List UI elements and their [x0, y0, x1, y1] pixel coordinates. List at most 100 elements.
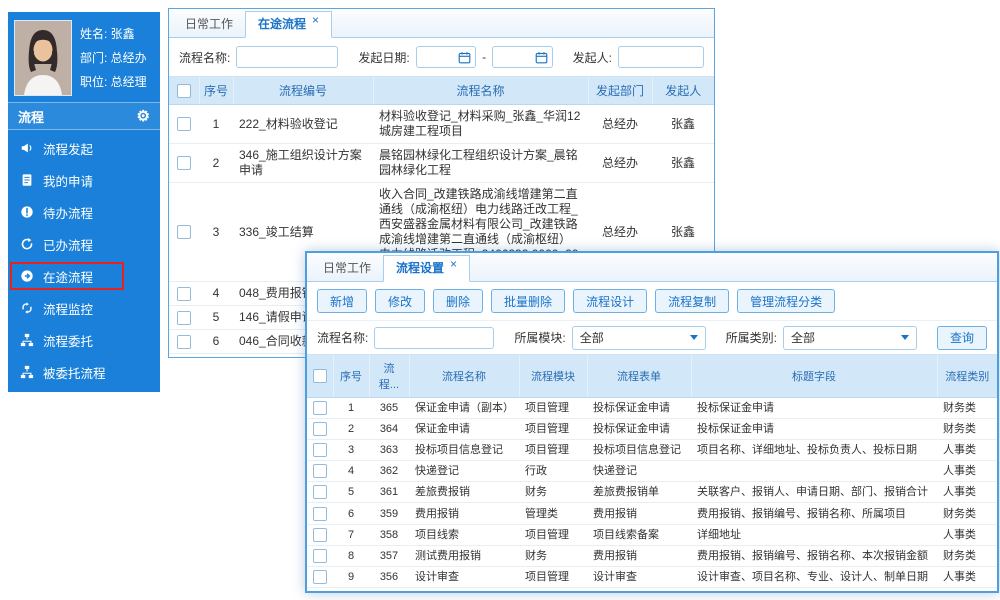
sidebar-item-delegated-to-me[interactable]: 被委托流程 — [8, 356, 160, 388]
cell-form: 费用报销 — [587, 503, 691, 524]
table-row[interactable]: 8 357 测试费用报销 财务 费用报销 费用报销、报销编号、报销名称、本次报销… — [307, 545, 997, 566]
table-row[interactable]: 3 363 投标项目信息登记 项目管理 投标项目信息登记 项目名称、详细地址、投… — [307, 440, 997, 461]
megaphone-icon — [20, 141, 34, 155]
tab-in-transit[interactable]: 在途流程 × — [245, 11, 332, 38]
table-row[interactable]: 7 358 项目线索 项目管理 项目线索备案 详细地址 人事类 — [307, 524, 997, 545]
process-name-input[interactable] — [374, 327, 494, 349]
select-all-checkbox[interactable] — [177, 84, 191, 98]
row-checkbox[interactable] — [313, 485, 327, 499]
sidebar-section-title: 流程 — [18, 107, 44, 126]
toolbar: 新增 修改 删除 批量删除 流程设计 流程复制 管理流程分类 — [307, 282, 997, 320]
select-value: 全部 — [791, 329, 815, 346]
category-select[interactable]: 全部 — [783, 326, 917, 350]
sidebar-item-process-delegate[interactable]: 流程委托 — [8, 324, 160, 356]
cell-module: 财务 — [519, 482, 587, 503]
sidebar-item-label: 已办流程 — [43, 235, 93, 254]
row-checkbox[interactable] — [177, 287, 191, 301]
sidebar-item-label: 在途流程 — [43, 267, 93, 286]
add-button[interactable]: 新增 — [317, 289, 367, 313]
close-icon[interactable]: × — [312, 8, 319, 33]
sidebar-item-label: 流程监控 — [43, 299, 93, 318]
tabbar: 日常工作 在途流程 × — [169, 9, 714, 38]
row-checkbox[interactable] — [313, 549, 327, 563]
process-name-label: 流程名称: — [179, 49, 230, 66]
col-header-dept: 发起部门 — [588, 77, 652, 105]
row-checkbox[interactable] — [313, 570, 327, 584]
table-row[interactable]: 6 359 费用报销 管理类 费用报销 费用报销、报销编号、报销名称、所属项目 … — [307, 503, 997, 524]
filter-bar: 流程名称: 所属模块: 全部 所属类别: 全部 查询 — [307, 320, 997, 355]
row-checkbox[interactable] — [177, 225, 191, 239]
date-from-input[interactable] — [416, 46, 476, 68]
cell-code: 361 — [369, 482, 409, 503]
cell-form: 费用报销 — [587, 545, 691, 566]
process-name-input[interactable] — [236, 46, 338, 68]
edit-button[interactable]: 修改 — [375, 289, 425, 313]
table-row[interactable]: 5 361 差旅费报销 财务 差旅费报销单 关联客户、报销人、申请日期、部门、报… — [307, 482, 997, 503]
sidebar-item-my-applications[interactable]: 我的申请 — [8, 164, 160, 196]
tab-label: 日常工作 — [323, 256, 371, 281]
cell-code: 222_材料验收登记 — [233, 105, 373, 144]
row-checkbox[interactable] — [313, 507, 327, 521]
cell-module: 项目管理 — [519, 524, 587, 545]
sidebar-item-in-transit-processes[interactable]: 在途流程 — [8, 260, 160, 292]
module-select[interactable]: 全部 — [572, 326, 706, 350]
process-settings-table: 序号 流程... 流程名称 流程模块 流程表单 标题字段 流程类别 1 365 … — [307, 355, 997, 593]
date-to-input[interactable] — [492, 46, 552, 68]
cell-name: 投标项目信息登记 — [409, 440, 519, 461]
sidebar-item-completed-processes[interactable]: 已办流程 — [8, 228, 160, 260]
cell-title-fields: 费用报销、报销编号、报销名称、本次报销金额 — [691, 545, 937, 566]
cell-name: 设计审查 — [409, 566, 519, 587]
table-row[interactable]: 2 364 保证金申请 项目管理 投标保证金申请 投标保证金申请 财务类 — [307, 419, 997, 440]
chevron-down-icon — [901, 335, 909, 340]
col-header-title-fields: 标题字段 — [691, 355, 937, 398]
cell-no: 3 — [333, 440, 369, 461]
calendar-icon — [458, 51, 471, 64]
col-header-name: 流程名称 — [373, 77, 588, 105]
query-button[interactable]: 查询 — [937, 326, 987, 350]
table-row[interactable]: 9 356 设计审查 项目管理 设计审查 设计审查、项目名称、专业、设计人、制单… — [307, 566, 997, 587]
row-checkbox[interactable] — [177, 311, 191, 325]
table-row[interactable]: 1 365 保证金申请（副本） 项目管理 投标保证金申请 投标保证金申请 财务类 — [307, 398, 997, 419]
sidebar-item-pending-processes[interactable]: 待办流程 — [8, 196, 160, 228]
sidebar-item-process-monitor[interactable]: 流程监控 — [8, 292, 160, 324]
batch-delete-button[interactable]: 批量删除 — [491, 289, 565, 313]
row-checkbox[interactable] — [177, 335, 191, 349]
initiator-input[interactable] — [618, 46, 704, 68]
table-header-row: 序号 流程... 流程名称 流程模块 流程表单 标题字段 流程类别 — [307, 355, 997, 398]
gear-icon[interactable]: ⚙ — [137, 109, 150, 124]
cell-no: 1 — [333, 398, 369, 419]
tab-daily-work[interactable]: 日常工作 — [173, 12, 245, 37]
table-row[interactable]: 1 222_材料验收登记 材料验收登记_材料采购_张鑫_华润12城房建工程项目 … — [169, 105, 714, 144]
select-all-checkbox[interactable] — [313, 369, 327, 383]
cell-name: 设计进度汇报 — [409, 587, 519, 593]
category-label: 所属类别: — [726, 329, 777, 346]
sidebar-menu: 流程发起 我的申请 待办流程 已办流程 — [8, 130, 160, 388]
row-checkbox[interactable] — [313, 422, 327, 436]
close-icon[interactable]: × — [450, 252, 457, 277]
row-checkbox[interactable] — [313, 443, 327, 457]
table-row[interactable]: 10 355 设计进度汇报 项目管理 设计进度汇报 设计进度汇报、所属项目、任务… — [307, 587, 997, 593]
row-checkbox[interactable] — [313, 464, 327, 478]
row-checkbox[interactable] — [177, 117, 191, 131]
tab-label: 在途流程 — [258, 12, 306, 37]
process-design-button[interactable]: 流程设计 — [573, 289, 647, 313]
cell-title-fields: 设计审查、项目名称、专业、设计人、制单日期 — [691, 566, 937, 587]
cell-category: 人事类 — [937, 482, 997, 503]
row-checkbox[interactable] — [313, 528, 327, 542]
cell-no: 4 — [333, 461, 369, 482]
process-copy-button[interactable]: 流程复制 — [655, 289, 729, 313]
sidebar-item-process-initiate[interactable]: 流程发起 — [8, 132, 160, 164]
cell-category: 财务类 — [937, 545, 997, 566]
row-checkbox[interactable] — [177, 156, 191, 170]
row-checkbox[interactable] — [313, 401, 327, 415]
sync-icon — [20, 301, 34, 315]
tab-daily-work[interactable]: 日常工作 — [311, 256, 383, 281]
table-row[interactable]: 4 362 快递登记 行政 快递登记 人事类 — [307, 461, 997, 482]
tab-process-settings[interactable]: 流程设置 × — [383, 255, 470, 282]
profile-name: 姓名: 张鑫 — [80, 22, 147, 46]
delete-button[interactable]: 删除 — [433, 289, 483, 313]
table-row[interactable]: 2 346_施工组织设计方案申请 晨铭园林绿化工程组织设计方案_晨铭园林绿化工程… — [169, 144, 714, 183]
cell-dept: 总经办 — [588, 144, 652, 183]
manage-category-button[interactable]: 管理流程分类 — [737, 289, 835, 313]
cell-no: 2 — [333, 419, 369, 440]
